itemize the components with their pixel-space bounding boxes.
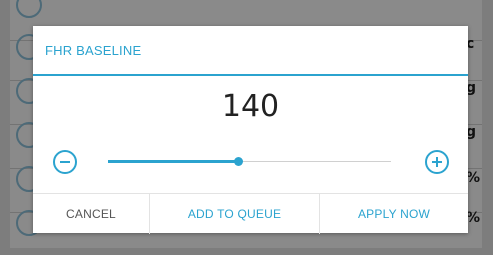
- background-unit-label: %: [466, 210, 481, 226]
- slider-fill: [108, 160, 239, 163]
- baseline-slider[interactable]: [108, 152, 391, 172]
- cancel-button[interactable]: CANCEL: [33, 194, 149, 234]
- background-unit-label: %: [466, 170, 481, 186]
- minus-circle-icon: [60, 161, 70, 163]
- add-to-queue-button[interactable]: ADD TO QUEUE: [149, 194, 319, 234]
- dialog-title: FHR BASELINE: [45, 43, 142, 58]
- fhr-baseline-dialog: FHR BASELINE 140 CANCEL ADD TO QUEUE APP…: [33, 26, 468, 234]
- background-unit-label: g: [466, 124, 477, 140]
- slider-thumb[interactable]: [234, 157, 244, 166]
- background-unit-label: c: [466, 36, 475, 52]
- background-unit-label: g: [466, 80, 477, 96]
- apply-now-button[interactable]: APPLY NOW: [319, 194, 468, 234]
- dialog-actions: CANCEL ADD TO QUEUE APPLY NOW: [33, 193, 468, 234]
- plus-circle-icon: [432, 157, 442, 167]
- decrement-button[interactable]: [53, 150, 77, 174]
- title-divider: [33, 74, 468, 76]
- baseline-value: 140: [221, 89, 280, 124]
- increment-button[interactable]: [425, 150, 449, 174]
